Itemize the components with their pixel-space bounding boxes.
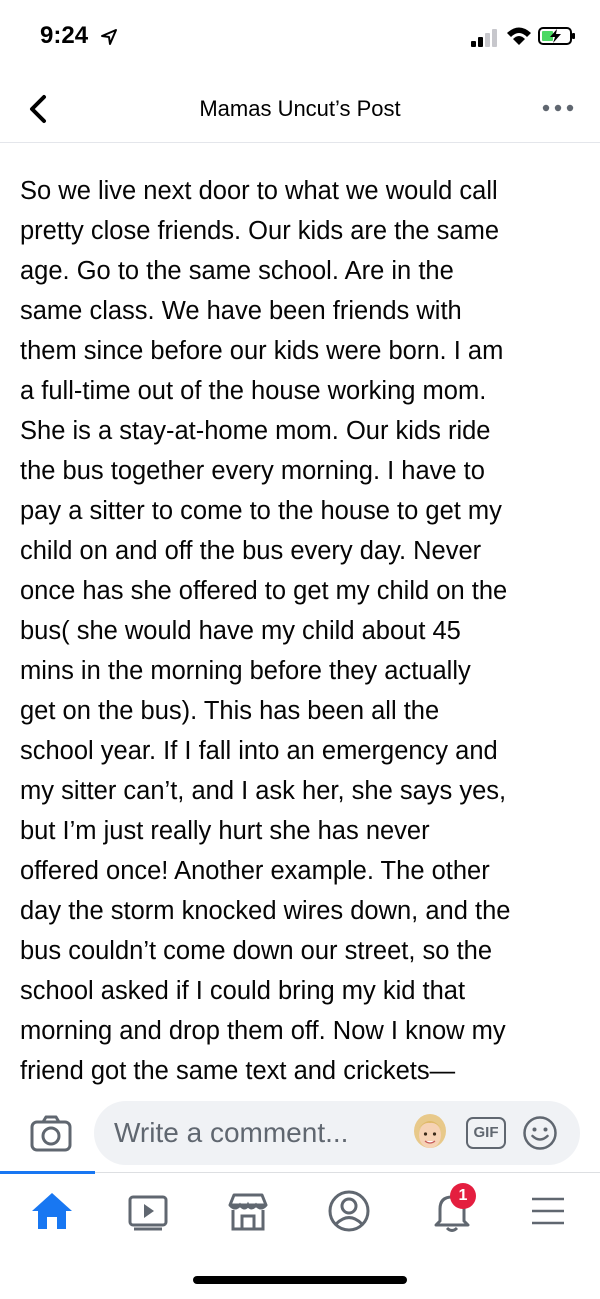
signal-icon bbox=[471, 29, 497, 47]
post-text-line: them since before our kids were born. I … bbox=[20, 337, 504, 365]
post-text-line: once has she offered to get my child on … bbox=[20, 577, 508, 605]
active-tab-indicator bbox=[0, 1171, 95, 1174]
post-text: So we live next door to what we would ca… bbox=[20, 171, 585, 1091]
post-text-line: child on and off the bus every day. Neve… bbox=[20, 537, 482, 565]
post-text-line: day the storm knocked wires down, and th… bbox=[20, 897, 511, 925]
gif-icon[interactable]: GIF bbox=[466, 1117, 506, 1149]
post-text-line: bus( she would have my child about 45 bbox=[20, 617, 461, 645]
comment-placeholder: Write a comment... bbox=[114, 1117, 349, 1148]
home-icon bbox=[32, 1193, 72, 1229]
location-arrow-icon bbox=[101, 29, 117, 45]
post-text-line: pretty close friends. Our kids are the s… bbox=[20, 217, 500, 245]
status-time: 9:24 bbox=[40, 22, 89, 49]
post-text-line: bus couldn’t come down our street, so th… bbox=[20, 937, 493, 965]
battery-charging-icon bbox=[538, 27, 575, 45]
post-text-line: same class. We have been friends with bbox=[20, 297, 462, 325]
more-dots-icon[interactable] bbox=[540, 98, 576, 118]
gif-label: GIF bbox=[466, 1117, 506, 1149]
menu-icon bbox=[532, 1197, 564, 1225]
tab-notifications[interactable]: 1 bbox=[428, 1183, 476, 1233]
post-text-line: get on the bus). This has been all the bbox=[20, 697, 440, 725]
tab-home[interactable] bbox=[28, 1189, 76, 1233]
post-text-line: offered once! Another example. The other bbox=[20, 857, 490, 885]
home-indicator bbox=[193, 1276, 407, 1284]
camera-icon[interactable] bbox=[30, 1114, 72, 1152]
tab-marketplace[interactable] bbox=[224, 1189, 272, 1233]
comment-input[interactable]: Write a comment... GIF bbox=[94, 1101, 580, 1165]
post-text-line: school asked if I could bring my kid tha… bbox=[20, 977, 466, 1005]
post-text-line: morning and drop them off. Now I know my bbox=[20, 1017, 506, 1045]
bottom-tab-bar: 1 bbox=[0, 1171, 600, 1249]
wifi-icon bbox=[507, 27, 531, 45]
post-header: Mamas Uncut’s Post bbox=[0, 80, 600, 143]
post-text-line: the bus together every morning. I have t… bbox=[20, 457, 485, 485]
tab-menu[interactable] bbox=[524, 1189, 572, 1233]
watch-icon bbox=[128, 1195, 168, 1231]
post-text-line: but I’m just really hurt she has never bbox=[20, 817, 430, 845]
tab-watch[interactable] bbox=[124, 1189, 172, 1233]
tab-profile[interactable] bbox=[325, 1189, 373, 1233]
post-text-line: age. Go to the same school. Are in the bbox=[20, 257, 454, 285]
status-bar: 9:24 bbox=[0, 0, 600, 80]
comment-bar: Write a comment... GIF bbox=[0, 1100, 600, 1170]
avatar-sticker-icon[interactable] bbox=[410, 1113, 450, 1153]
post-text-line: my sitter can’t, and I ask her, she says… bbox=[20, 777, 507, 805]
post-text-line: So we live next door to what we would ca… bbox=[20, 177, 498, 205]
smile-icon[interactable] bbox=[522, 1115, 558, 1151]
marketplace-icon bbox=[228, 1193, 268, 1231]
post-text-line: friend got the same text and crickets— bbox=[20, 1057, 456, 1085]
page-title: Mamas Uncut’s Post bbox=[199, 96, 401, 121]
notification-badge: 1 bbox=[450, 1183, 476, 1209]
post-text-line: pay a sitter to come to the house to get… bbox=[20, 497, 502, 525]
post-text-line: mins in the morning before they actually bbox=[20, 657, 471, 685]
profile-icon bbox=[328, 1190, 370, 1232]
post-text-line: She is a stay-at-home mom. Our kids ride bbox=[20, 417, 491, 445]
post-text-line: a full-time out of the house working mom… bbox=[20, 377, 487, 405]
post-text-line: school year. If I fall into an emergency… bbox=[20, 737, 498, 765]
